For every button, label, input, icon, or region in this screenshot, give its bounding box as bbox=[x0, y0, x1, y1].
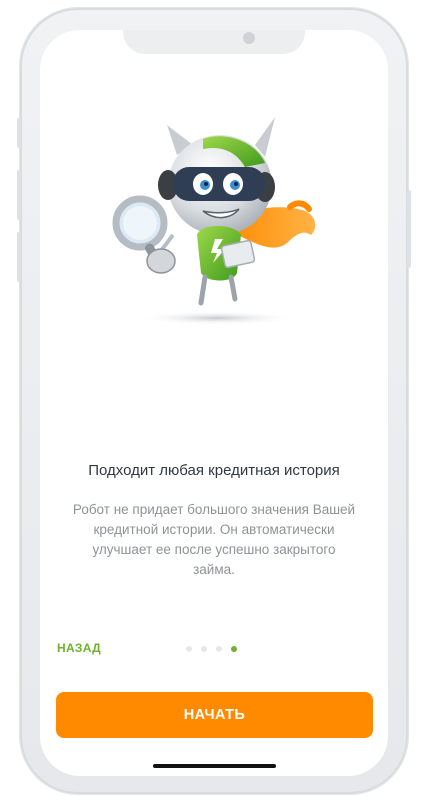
slide-title: Подходит любая кредитная история bbox=[88, 462, 340, 479]
front-camera bbox=[243, 32, 255, 44]
pagination-dot[interactable] bbox=[186, 646, 192, 652]
pagination-dot-active[interactable] bbox=[231, 646, 237, 652]
phone-side-button bbox=[17, 118, 21, 148]
home-indicator bbox=[153, 764, 276, 768]
pagination-dots bbox=[186, 646, 237, 652]
robot-mascot-illustration bbox=[112, 117, 316, 325]
pagination-dot[interactable] bbox=[201, 646, 207, 652]
back-button[interactable]: НАЗАД bbox=[57, 641, 101, 655]
phone-notch bbox=[123, 30, 305, 54]
device-mockup: Подходит любая кредитная история Робот н… bbox=[0, 0, 428, 800]
phone-side-button bbox=[17, 232, 21, 282]
phone-side-button bbox=[407, 190, 411, 268]
slide-description: Робот не придает большого значения Вашей… bbox=[72, 502, 356, 577]
start-button[interactable]: НАЧАТЬ bbox=[56, 692, 373, 738]
pagination-dot[interactable] bbox=[216, 646, 222, 652]
phone-side-button bbox=[17, 170, 21, 220]
